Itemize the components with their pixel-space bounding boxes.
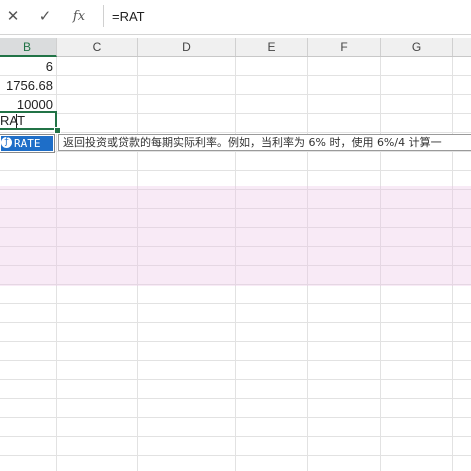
column-header-b[interactable]: B [0, 38, 57, 57]
function-icon: ƒ [1, 137, 12, 148]
autocomplete-item-label: RATE [14, 137, 41, 150]
column-headers: B C D E F G [0, 38, 471, 57]
gridline [0, 303, 471, 304]
gridline [0, 322, 471, 323]
column-header-g[interactable]: G [381, 38, 453, 56]
gridline [0, 398, 471, 399]
watermark-band [0, 186, 471, 286]
gridline [0, 151, 471, 152]
formula-bar: ✕ ✓ fx =RAT [0, 0, 471, 35]
gridline [0, 455, 471, 456]
gridline [0, 360, 471, 361]
cell-b2[interactable]: 1756.68 [0, 76, 53, 95]
column-header-e[interactable]: E [236, 38, 308, 56]
formula-input[interactable]: =RAT [104, 4, 471, 29]
fill-handle[interactable] [54, 127, 61, 134]
worksheet-grid[interactable]: B C D E F G 6 1756.68 10000 RAT ƒ RATE 返… [0, 38, 471, 471]
insert-function-button[interactable]: fx [68, 5, 90, 27]
gridline [0, 75, 471, 76]
gridline [0, 436, 471, 437]
column-header-f[interactable]: F [308, 38, 381, 56]
gridline [0, 132, 471, 133]
cell-b1[interactable]: 6 [0, 57, 53, 76]
gridline [0, 94, 471, 95]
cell-b4-editor[interactable]: RAT [0, 112, 25, 130]
autocomplete-item-rate[interactable]: ƒ RATE [1, 136, 53, 151]
column-header-d[interactable]: D [138, 38, 236, 56]
column-header-c[interactable]: C [57, 38, 138, 56]
cancel-icon[interactable]: ✕ [2, 5, 24, 27]
gridline [0, 170, 471, 171]
text-cursor [16, 114, 17, 128]
gridline [0, 379, 471, 380]
enter-icon[interactable]: ✓ [34, 5, 56, 27]
gridline [0, 341, 471, 342]
function-tooltip: 返回投资或贷款的每期实际利率。例如，当利率为 6% 时，使用 6%/4 计算一 [58, 134, 471, 151]
gridline [0, 417, 471, 418]
gridline [0, 113, 471, 114]
function-autocomplete-list[interactable]: ƒ RATE [0, 134, 55, 153]
